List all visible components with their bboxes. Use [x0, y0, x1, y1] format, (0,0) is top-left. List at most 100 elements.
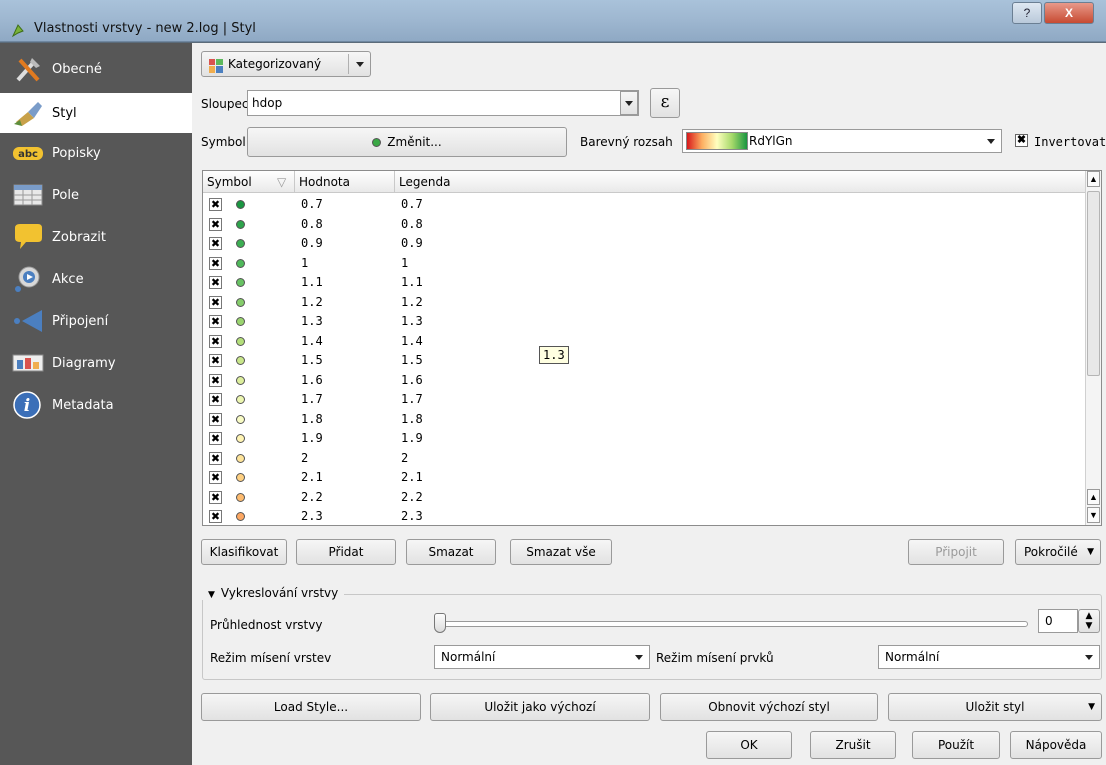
- feature-blend-dropdown[interactable]: Normální: [878, 645, 1100, 669]
- sidebar-item-zobrazit[interactable]: Zobrazit: [0, 217, 192, 257]
- row-checkbox[interactable]: ✖: [209, 451, 222, 465]
- scrollbar-thumb[interactable]: [1087, 191, 1100, 376]
- transparency-spinbox[interactable]: 0: [1038, 609, 1078, 633]
- row-legend[interactable]: 1.8: [401, 412, 423, 426]
- symbol-swatch-icon[interactable]: [236, 434, 245, 443]
- symbol-swatch-icon[interactable]: [236, 492, 245, 502]
- row-checkbox[interactable]: ✖: [209, 237, 222, 250]
- symbol-swatch-icon[interactable]: [236, 258, 245, 268]
- table-row[interactable]: ✖ 1.7 1.7: [203, 390, 1087, 410]
- symbol-swatch-icon[interactable]: [236, 297, 245, 307]
- table-row[interactable]: ✖ 1.6 1.6: [203, 371, 1087, 391]
- ok-button[interactable]: OK: [706, 731, 792, 759]
- spin-arrows-icon[interactable]: ▲ ▼: [1078, 609, 1100, 633]
- table-row[interactable]: ✖ 2.1 2.1: [203, 468, 1087, 488]
- row-value[interactable]: 1.7: [301, 392, 323, 406]
- transparency-slider-thumb[interactable]: [434, 613, 446, 633]
- cancel-button[interactable]: Zrušit: [810, 731, 896, 759]
- table-row[interactable]: ✖ 1.4 1.4: [203, 332, 1087, 352]
- row-value[interactable]: 1.1: [301, 275, 323, 289]
- symbol-swatch-icon[interactable]: [236, 317, 245, 326]
- row-checkbox[interactable]: ✖: [209, 490, 222, 504]
- join-button[interactable]: Připojit: [908, 539, 1004, 565]
- row-value[interactable]: 2.3: [301, 509, 323, 523]
- row-value[interactable]: 0.7: [301, 197, 323, 211]
- row-value[interactable]: 1: [301, 256, 308, 270]
- save-as-default-button[interactable]: Uložit jako výchozí: [430, 693, 650, 721]
- table-row[interactable]: ✖ 1.2 1.2: [203, 293, 1087, 313]
- row-checkbox[interactable]: ✖: [209, 217, 222, 231]
- symbol-swatch-icon[interactable]: [236, 453, 245, 463]
- symbol-swatch-icon[interactable]: [236, 473, 245, 482]
- column-dropdown-button[interactable]: [620, 91, 638, 115]
- sidebar-item-pripojeni[interactable]: Připojení: [0, 301, 192, 341]
- layer-blend-dropdown[interactable]: Normální: [434, 645, 650, 669]
- sidebar-item-obecne[interactable]: Obecné: [0, 49, 192, 89]
- row-value[interactable]: 1.5: [301, 353, 323, 367]
- symbol-swatch-icon[interactable]: [236, 200, 245, 209]
- sidebar-item-styl[interactable]: Styl: [0, 93, 192, 133]
- table-row[interactable]: ✖ 1.8 1.8: [203, 410, 1087, 430]
- symbol-swatch-icon[interactable]: [236, 219, 245, 229]
- row-legend[interactable]: 1.5: [401, 353, 423, 367]
- layer-rendering-title[interactable]: ▼ Vykreslování vrstvy: [202, 586, 345, 600]
- symbol-swatch-icon[interactable]: [236, 395, 245, 404]
- row-legend[interactable]: 1: [401, 256, 408, 270]
- row-legend[interactable]: 0.9: [401, 236, 423, 250]
- advanced-button[interactable]: Pokročilé ▼: [1015, 539, 1101, 565]
- close-window-button[interactable]: X: [1044, 2, 1094, 24]
- add-button[interactable]: Přidat: [296, 539, 396, 565]
- row-legend[interactable]: 2.1: [401, 470, 423, 484]
- row-value[interactable]: 2.2: [301, 490, 323, 504]
- table-vertical-scrollbar[interactable]: ▲ ▲ ▼: [1085, 171, 1101, 525]
- table-row[interactable]: ✖ 2.2 2.2: [203, 488, 1087, 508]
- categories-table[interactable]: Symbol ▽ Hodnota Legenda ✖ 0.7 0.7 ✖ 0.8 0.8 ✖…: [202, 170, 1102, 526]
- save-style-button[interactable]: Uložit styl ▼: [888, 693, 1102, 721]
- row-legend[interactable]: 2.3: [401, 509, 423, 523]
- load-style-button[interactable]: Load Style...: [201, 693, 421, 721]
- row-legend[interactable]: 1.9: [401, 431, 423, 445]
- sidebar-item-popisky[interactable]: abc Popisky: [0, 133, 192, 173]
- help-button[interactable]: Nápověda: [1010, 731, 1102, 759]
- delete-all-button[interactable]: Smazat vše: [510, 539, 612, 565]
- row-value[interactable]: 2.1: [301, 470, 323, 484]
- row-checkbox[interactable]: ✖: [209, 334, 222, 348]
- table-row[interactable]: ✖ 1.3 1.3: [203, 312, 1087, 332]
- row-checkbox[interactable]: ✖: [209, 256, 222, 270]
- sidebar-item-diagramy[interactable]: Diagramy: [0, 343, 192, 383]
- row-value[interactable]: 1.3: [301, 314, 323, 328]
- row-legend[interactable]: 0.7: [401, 197, 423, 211]
- row-checkbox[interactable]: ✖: [209, 354, 222, 367]
- row-checkbox[interactable]: ✖: [209, 315, 222, 328]
- transparency-slider-track[interactable]: [434, 621, 1028, 627]
- row-checkbox[interactable]: ✖: [209, 198, 222, 211]
- row-value[interactable]: 2: [301, 451, 308, 465]
- invert-checkbox[interactable]: ✖: [1015, 134, 1028, 147]
- row-legend[interactable]: 1.1: [401, 275, 423, 289]
- symbol-swatch-icon[interactable]: [236, 356, 245, 365]
- row-value[interactable]: 1.8: [301, 412, 323, 426]
- symbol-swatch-icon[interactable]: [236, 512, 245, 521]
- sidebar-item-akce[interactable]: Akce: [0, 259, 192, 299]
- row-legend[interactable]: 2: [401, 451, 408, 465]
- row-checkbox[interactable]: ✖: [209, 393, 222, 406]
- table-row[interactable]: ✖ 0.8 0.8: [203, 215, 1087, 235]
- row-value[interactable]: 1.9: [301, 431, 323, 445]
- row-checkbox[interactable]: ✖: [209, 432, 222, 445]
- restore-default-style-button[interactable]: Obnovit výchozí styl: [660, 693, 878, 721]
- row-legend[interactable]: 1.7: [401, 392, 423, 406]
- symbol-swatch-icon[interactable]: [236, 375, 245, 385]
- sidebar-item-metadata[interactable]: i Metadata: [0, 385, 192, 425]
- symbol-swatch-icon[interactable]: [236, 414, 245, 424]
- row-value[interactable]: 0.9: [301, 236, 323, 250]
- classify-button[interactable]: Klasifikovat: [201, 539, 287, 565]
- row-legend[interactable]: 1.2: [401, 295, 423, 309]
- table-row[interactable]: ✖ 0.9 0.9: [203, 234, 1087, 254]
- row-checkbox[interactable]: ✖: [209, 373, 222, 387]
- header-value[interactable]: Hodnota: [295, 171, 395, 193]
- apply-button[interactable]: Použít: [912, 731, 1000, 759]
- header-legend[interactable]: Legenda: [395, 171, 1087, 193]
- table-row[interactable]: ✖ 1 1: [203, 254, 1087, 274]
- table-row[interactable]: ✖ 1.9 1.9: [203, 429, 1087, 449]
- table-row[interactable]: ✖ 2 2: [203, 449, 1087, 469]
